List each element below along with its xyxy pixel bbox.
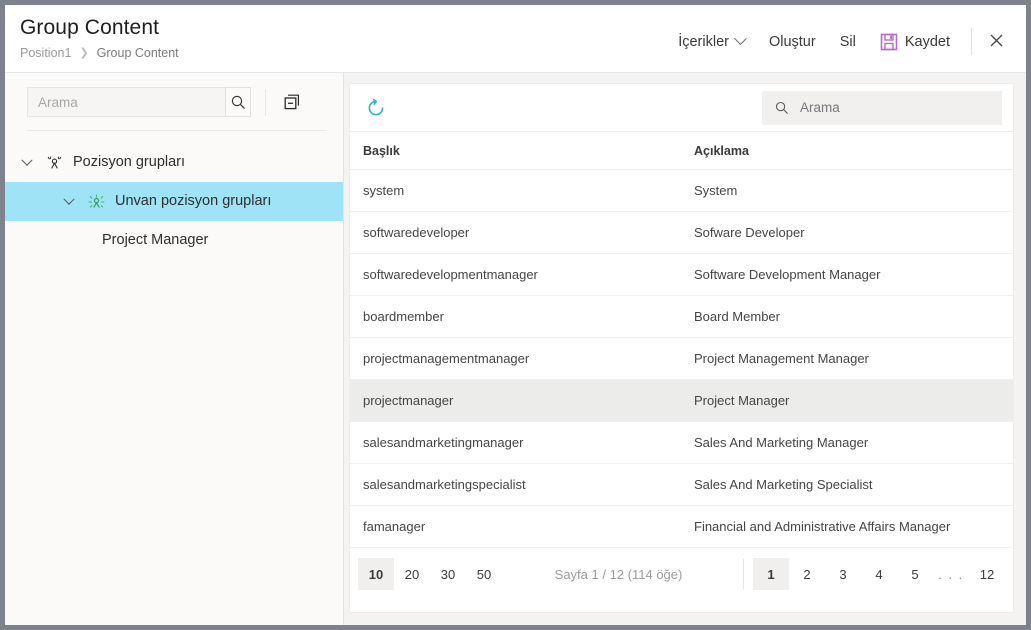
search-icon [231,95,246,110]
data-grid: Başlık Açıklama system System softwarede… [350,132,1013,548]
cell-title: salesandmarketingspecialist [350,464,681,506]
close-icon [990,34,1003,47]
create-button[interactable]: Oluştur [757,30,828,54]
page-ellipsis: . . . [933,558,969,590]
pagination-info: Sayfa 1 / 12 (114 öğe) [502,567,743,582]
sidebar-search-input[interactable] [27,87,225,117]
tree-item-pozisyon-gruplari[interactable]: Pozisyon grupları [5,143,343,182]
table-row-selected[interactable]: projectmanager Project Manager [350,380,1013,422]
cell-title: salesandmarketingmanager [350,422,681,464]
breadcrumb-item-parent[interactable]: Position1 [20,46,71,60]
cell-description: Board Member [681,296,1013,338]
table-header-row: Başlık Açıklama [350,132,1013,170]
save-icon [880,33,898,51]
page-size-10[interactable]: 10 [358,558,394,590]
collapse-all-icon [283,93,301,111]
cell-description: Sales And Marketing Manager [681,422,1013,464]
page-title: Group Content [20,16,179,39]
person-group-green-icon [85,194,107,210]
search-icon [775,101,789,115]
cell-description: Sales And Marketing Specialist [681,464,1013,506]
chevron-down-icon[interactable] [23,159,41,167]
pagination: 10 20 30 50 Sayfa 1 / 12 (114 öğe) 1 2 3… [350,548,1013,590]
table-row[interactable]: softwaredevelopmentmanager Software Deve… [350,254,1013,296]
page-header: Group Content Position1 ❯ Group Content … [5,5,1026,73]
header-actions: İçerikler Oluştur Sil Kaydet [666,28,1012,55]
sidebar-search-button[interactable] [225,87,251,117]
cell-description: System [681,170,1013,212]
sidebar-search-row [5,73,343,130]
page-button-12[interactable]: 12 [969,558,1005,590]
header-title-block: Group Content Position1 ❯ Group Content [20,16,179,60]
cell-title: boardmember [350,296,681,338]
column-header-title[interactable]: Başlık [350,132,681,170]
group-people-icon [43,155,65,170]
pagination-divider [743,559,744,589]
cell-description: Software Development Manager [681,254,1013,296]
tree-item-label: Unvan pozisyon grupları [115,194,271,209]
chevron-down-icon[interactable] [65,198,83,206]
sidebar-toolbar-divider [265,89,266,116]
page-body: Pozisyon grupları Unvan pozisyon gruplar… [5,73,1026,625]
collapse-all-button[interactable] [279,89,305,115]
tree-item-project-manager[interactable]: Project Manager [5,221,343,260]
tree-view: Pozisyon grupları Unvan pozisyon gruplar… [5,131,343,260]
sidebar: Pozisyon grupları Unvan pozisyon gruplar… [5,73,344,625]
tree-item-label: Project Manager [102,233,208,248]
page-button-4[interactable]: 4 [861,558,897,590]
table-row[interactable]: softwaredeveloper Sofware Developer [350,212,1013,254]
page-size-50[interactable]: 50 [466,558,502,590]
breadcrumb-item-current: Group Content [97,46,179,60]
create-button-label: Oluştur [769,34,816,50]
table-row[interactable]: system System [350,170,1013,212]
cell-description: Sofware Developer [681,212,1013,254]
cell-title: projectmanagementmanager [350,338,681,380]
cell-description: Project Manager [681,380,1013,422]
header-divider [971,28,972,55]
delete-button-label: Sil [840,34,856,50]
grid-search-placeholder: Arama [800,100,840,115]
page-button-1[interactable]: 1 [753,558,789,590]
table-row[interactable]: salesandmarketingspecialist Sales And Ma… [350,464,1013,506]
contents-menu-button[interactable]: İçerikler [666,30,757,54]
cell-title: projectmanager [350,380,681,422]
close-button[interactable] [981,29,1012,54]
grid-toolbar: Arama [350,84,1013,132]
cell-description: Project Management Manager [681,338,1013,380]
page-size-30[interactable]: 30 [430,558,466,590]
save-button[interactable]: Kaydet [868,29,962,55]
cell-description: Financial and Administrative Affairs Man… [681,506,1013,548]
grid-search-box[interactable]: Arama [762,91,1002,125]
cell-title: famanager [350,506,681,548]
table-row[interactable]: boardmember Board Member [350,296,1013,338]
cell-title: softwaredevelopmentmanager [350,254,681,296]
save-button-label: Kaydet [905,34,950,50]
page-button-3[interactable]: 3 [825,558,861,590]
chevron-right-icon: ❯ [79,46,88,59]
cell-title: system [350,170,681,212]
content-card: Arama Başlık Açıklama system System [349,83,1014,613]
cell-title: softwaredeveloper [350,212,681,254]
application-window: Group Content Position1 ❯ Group Content … [0,0,1031,630]
page-size-20[interactable]: 20 [394,558,430,590]
page-button-2[interactable]: 2 [789,558,825,590]
refresh-icon [366,98,386,118]
main-panel: Arama Başlık Açıklama system System [344,73,1026,625]
delete-button[interactable]: Sil [828,30,868,54]
tree-item-label: Pozisyon grupları [73,155,185,170]
sidebar-search-wrap [27,87,251,117]
page-button-5[interactable]: 5 [897,558,933,590]
contents-menu-label: İçerikler [678,34,729,50]
table-row[interactable]: famanager Financial and Administrative A… [350,506,1013,548]
chevron-down-icon [734,32,747,45]
table-row[interactable]: salesandmarketingmanager Sales And Marke… [350,422,1013,464]
breadcrumb: Position1 ❯ Group Content [20,46,179,60]
refresh-button[interactable] [361,93,391,123]
tree-item-unvan-pozisyon-gruplari[interactable]: Unvan pozisyon grupları [5,182,343,221]
table-row[interactable]: projectmanagementmanager Project Managem… [350,338,1013,380]
column-header-description[interactable]: Açıklama [681,132,1013,170]
